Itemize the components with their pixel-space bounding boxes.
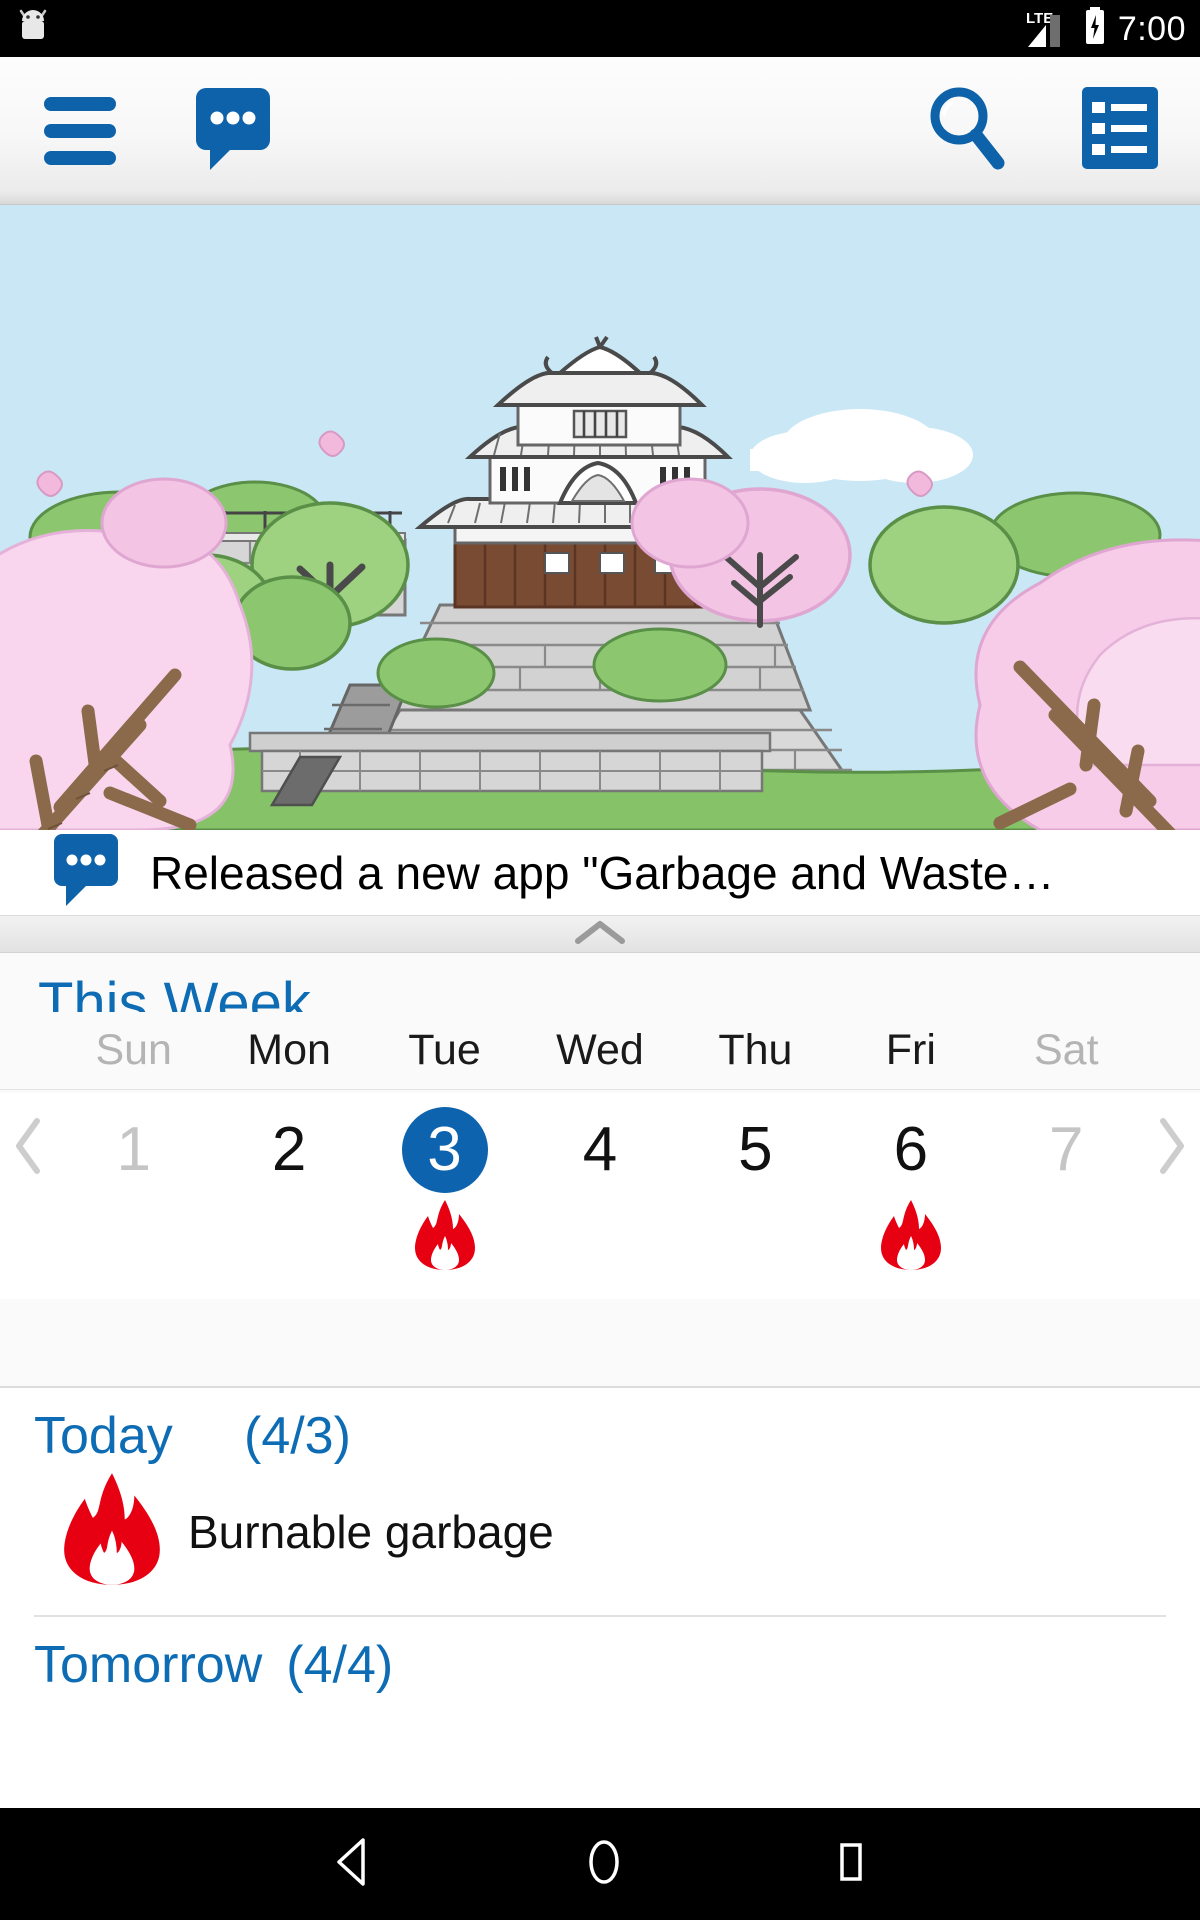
flame-icon [413, 1198, 477, 1277]
app-toolbar [0, 57, 1200, 205]
weekday-label-mon: Mon [247, 1026, 331, 1074]
day-cell-fri[interactable]: 6 [833, 1093, 988, 1275]
schedule-group-header-today: Today (4/3) [0, 1388, 1200, 1462]
schedule-label-today: Today [34, 1407, 173, 1465]
day-cell-tue[interactable]: 3 [367, 1093, 522, 1275]
news-headline: Released a new app "Garbage and Waste… [150, 846, 1055, 899]
status-bar: LTE 7:00 [0, 0, 1200, 57]
home-button[interactable] [582, 1836, 626, 1893]
day-mark-fri [879, 1199, 943, 1275]
flame-icon [879, 1198, 943, 1277]
chevron-right-icon [1155, 1115, 1189, 1182]
weekday-label-sat: Sat [1033, 1026, 1099, 1074]
day-number-fri: 6 [893, 1115, 929, 1184]
schedule-group-tomorrow: Tomorrow (4/4) [0, 1617, 1200, 1691]
day-cell-mon[interactable]: 2 [211, 1093, 366, 1275]
news-button[interactable] [160, 57, 310, 205]
day-number-sat: 7 [1048, 1115, 1084, 1184]
recents-square-icon [831, 1836, 871, 1893]
app-root: LTE 7:00 Released a new app "Garbage and… [0, 0, 1200, 1920]
day-number-mon: 2 [271, 1115, 307, 1184]
day-cell-thu[interactable]: 5 [678, 1093, 833, 1275]
schedule-list: Today (4/3) Burnable garbage Tomorrow (4… [0, 1388, 1200, 1691]
status-bar-clock: 7:00 [1117, 9, 1186, 48]
schedule-group-header-tomorrow: Tomorrow (4/4) [0, 1617, 1200, 1691]
status-bar-left [16, 8, 50, 49]
android-robot-icon [16, 8, 50, 49]
speech-bubble-icon [192, 84, 278, 177]
recents-button[interactable] [831, 1836, 871, 1893]
weekday-label-sun: Sun [95, 1026, 172, 1074]
cherry-blossom-mid-left [100, 477, 228, 569]
list-menu-icon [1079, 84, 1161, 177]
weekday-header-row: Sun Mon Tue Wed Thu Fri Sat [0, 1012, 1200, 1090]
chevron-left-icon [11, 1115, 45, 1182]
svg-text:LTE: LTE [1026, 10, 1053, 27]
hamburger-menu-icon [44, 96, 116, 165]
back-triangle-icon [329, 1836, 377, 1893]
prev-week-button[interactable] [0, 1093, 56, 1182]
day-number-wed: 4 [582, 1115, 618, 1184]
weekday-label-wed: Wed [556, 1026, 644, 1074]
magnifier-icon [922, 83, 1008, 178]
schedule-date-today: (4/3) [244, 1407, 351, 1465]
weekday-label-tue: Tue [408, 1026, 481, 1074]
chevron-up-icon [574, 919, 626, 950]
day-number-thu: 5 [738, 1115, 773, 1184]
day-number-tue: 3 [401, 1107, 488, 1193]
panel-drag-handle[interactable] [0, 915, 1200, 953]
back-button[interactable] [329, 1836, 377, 1893]
day-cell-wed[interactable]: 4 [522, 1093, 677, 1275]
day-cell-sun[interactable]: 1 [56, 1093, 211, 1275]
weekday-label-thu: Thu [718, 1026, 793, 1074]
search-button[interactable] [890, 57, 1040, 205]
status-bar-right: LTE 7:00 [1026, 6, 1186, 51]
menu-button[interactable] [0, 57, 160, 205]
schedule-date-tomorrow: (4/4) [286, 1636, 394, 1694]
cherry-blossom-left [0, 529, 254, 830]
hero-illustration[interactable] [0, 205, 1200, 830]
speech-bubble-icon [52, 832, 124, 913]
day-number-sun: 1 [116, 1115, 151, 1184]
signal-bars-icon: LTE [1026, 9, 1072, 49]
day-number-row: 1 2 3 4 5 6 7 [0, 1093, 1200, 1299]
list-button[interactable] [1040, 57, 1200, 205]
schedule-group-today: Today (4/3) Burnable garbage [0, 1388, 1200, 1617]
schedule-label-tomorrow: Tomorrow [34, 1636, 263, 1694]
home-circle-icon [582, 1836, 626, 1893]
schedule-item-label: Burnable garbage [188, 1505, 554, 1558]
android-navigation-bar [0, 1808, 1200, 1920]
flame-icon [60, 1470, 164, 1593]
battery-charging-icon [1082, 6, 1108, 51]
day-cell-sat[interactable]: 7 [989, 1093, 1144, 1275]
day-mark-tue [413, 1199, 477, 1275]
news-banner[interactable]: Released a new app "Garbage and Waste… [0, 830, 1200, 915]
weekday-label-fri: Fri [885, 1026, 936, 1074]
next-week-button[interactable] [1144, 1093, 1200, 1182]
schedule-item[interactable]: Burnable garbage [0, 1462, 1200, 1609]
